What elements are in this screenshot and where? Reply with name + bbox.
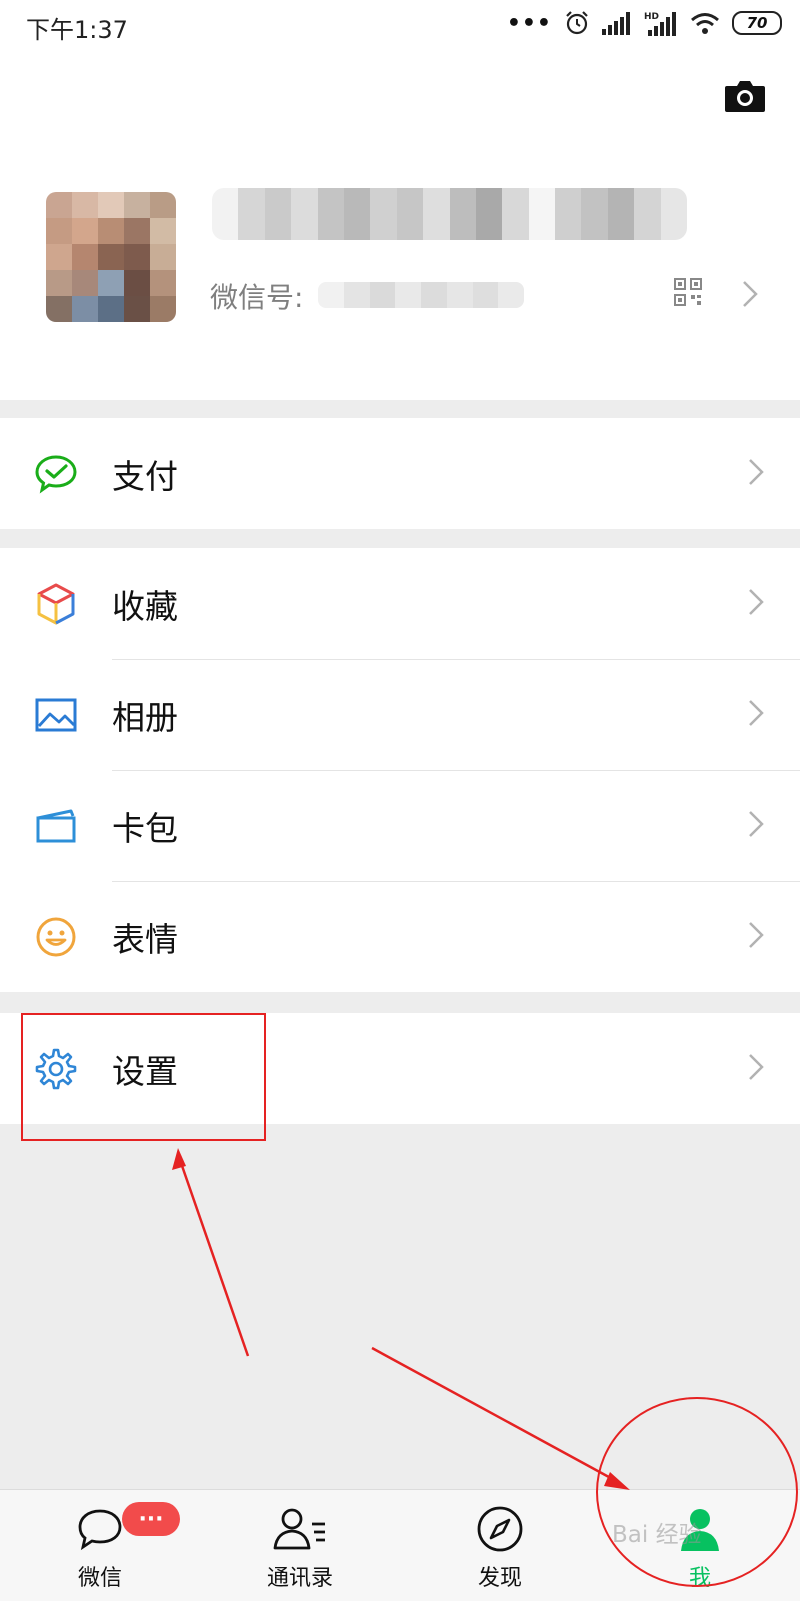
annotation-arrows — [172, 1148, 798, 1587]
baidu-watermark: Bai 经验 — [612, 1522, 702, 1548]
